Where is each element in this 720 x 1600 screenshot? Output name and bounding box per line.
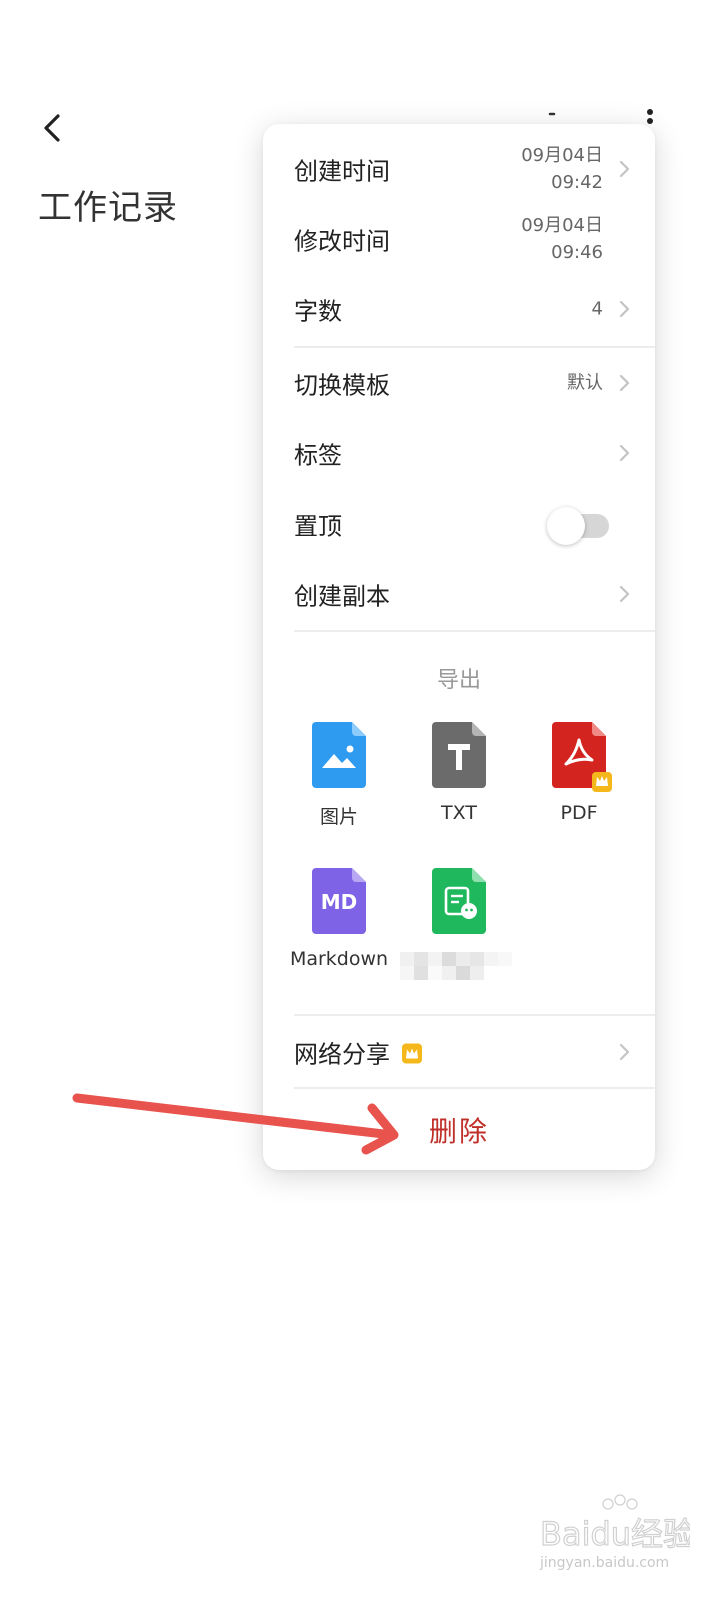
- txt-file-icon: [432, 722, 486, 788]
- web-share-text: 网络分享: [294, 1040, 390, 1069]
- created-time-label: 创建时间: [294, 157, 390, 186]
- watermark-logo-text: Baidu经验: [540, 1515, 690, 1553]
- created-time-row[interactable]: 创建时间 09月04日 09:42: [263, 134, 655, 204]
- export-image-button[interactable]: 图片: [279, 722, 399, 829]
- word-count-value: 4: [591, 298, 603, 320]
- web-share-label: 网络分享: [294, 1035, 422, 1070]
- duplicate-row[interactable]: 创建副本: [263, 559, 655, 629]
- word-count-row[interactable]: 字数 4: [263, 274, 655, 344]
- wechat-file-icon: [432, 868, 486, 934]
- chevron-right-icon: [619, 444, 630, 462]
- modified-date: 09月04日: [521, 215, 603, 236]
- switch-template-value: 默认: [567, 372, 603, 394]
- chevron-right-icon: [619, 374, 630, 392]
- markdown-file-icon: MD: [312, 868, 366, 934]
- modified-time-value: 09月04日 09:46: [521, 212, 603, 266]
- created-time-value: 09月04日 09:42: [521, 142, 603, 196]
- export-markdown-button[interactable]: MD Markdown: [279, 868, 399, 970]
- divider: [294, 630, 655, 632]
- export-txt-label: TXT: [441, 802, 477, 824]
- pin-row: 置顶: [263, 489, 655, 559]
- toggle-knob: [547, 507, 585, 545]
- chevron-right-icon: [619, 300, 630, 318]
- switch-template-label: 切换模板: [294, 371, 390, 400]
- export-pdf-button[interactable]: PDF: [519, 722, 639, 824]
- modified-time: 09:46: [551, 242, 603, 263]
- pdf-file-icon: [552, 722, 612, 792]
- export-pdf-label: PDF: [560, 802, 598, 824]
- note-options-menu: 创建时间 09月04日 09:42 修改时间 09月04日 09:46 字数 4…: [263, 124, 655, 1170]
- modified-time-row: 修改时间 09月04日 09:46: [263, 204, 655, 274]
- annotation-arrow-icon: [72, 1093, 399, 1155]
- created-time: 09:42: [551, 172, 603, 193]
- tags-label: 标签: [294, 441, 342, 470]
- word-count-label: 字数: [294, 297, 342, 326]
- switch-template-row[interactable]: 切换模板 默认: [263, 348, 655, 418]
- chevron-right-icon: [619, 160, 630, 178]
- export-wechat-button[interactable]: [399, 868, 519, 986]
- crown-icon: [401, 1043, 422, 1064]
- pin-toggle[interactable]: [547, 507, 609, 545]
- divider: [294, 1014, 655, 1016]
- modified-time-label: 修改时间: [294, 227, 390, 256]
- export-markdown-label: Markdown: [289, 948, 389, 970]
- pin-label: 置顶: [294, 512, 342, 541]
- chevron-right-icon: [619, 1043, 630, 1061]
- duplicate-label: 创建副本: [294, 582, 390, 611]
- export-section-title: 导出: [436, 668, 481, 693]
- md-badge-text: MD: [321, 890, 358, 914]
- blurred-label: [400, 952, 512, 980]
- export-txt-button[interactable]: TXT: [399, 722, 519, 824]
- watermark-url: jingyan.baidu.com: [540, 1555, 670, 1571]
- image-file-icon: [312, 722, 366, 788]
- chevron-right-icon: [619, 585, 630, 603]
- note-title: 工作记录: [38, 188, 178, 228]
- tags-row[interactable]: 标签: [263, 418, 655, 488]
- back-arrow-icon[interactable]: [36, 108, 72, 148]
- created-date: 09月04日: [521, 145, 603, 166]
- export-image-label: 图片: [319, 806, 358, 828]
- web-share-row[interactable]: 网络分享: [263, 1017, 655, 1087]
